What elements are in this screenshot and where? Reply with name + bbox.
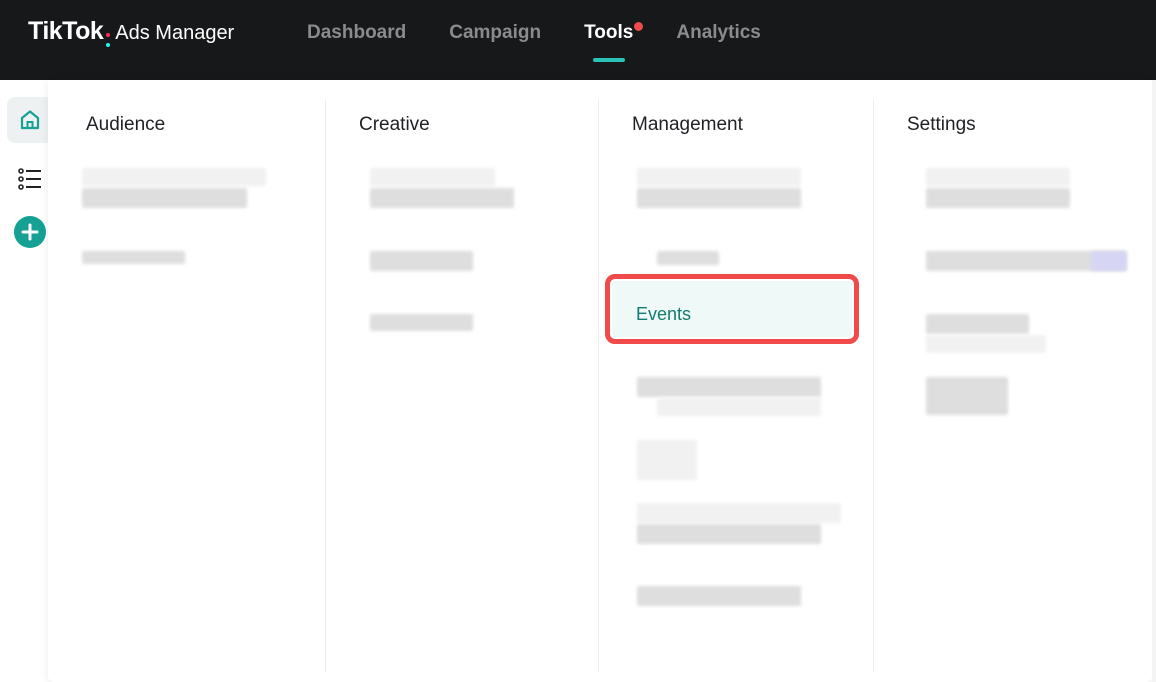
blurred-item[interactable]: [926, 188, 1070, 208]
add-icon: [14, 216, 46, 248]
menu-column-audience: Audience: [48, 100, 325, 672]
column-title: Creative: [359, 114, 430, 135]
blurred-item[interactable]: [637, 440, 697, 480]
sidebar-create-button[interactable]: [7, 209, 53, 255]
brand-name: TikTok: [28, 17, 104, 45]
menu-column-creative: Creative: [325, 100, 598, 672]
blurred-item[interactable]: [637, 586, 801, 606]
blurred-item[interactable]: [82, 188, 247, 208]
blurred-item[interactable]: [637, 188, 801, 208]
nav-campaign[interactable]: Campaign: [449, 22, 541, 62]
blurred-item[interactable]: [370, 314, 473, 331]
home-icon: [20, 110, 40, 130]
background-page-edge: [1152, 80, 1156, 682]
events-highlight-box[interactable]: Events: [605, 274, 859, 344]
column-title: Audience: [86, 114, 166, 135]
blurred-item[interactable]: [926, 377, 1008, 415]
blurred-item[interactable]: [926, 335, 1046, 353]
blurred-item[interactable]: [370, 251, 473, 271]
main-nav: Dashboard Campaign Tools Analytics: [307, 22, 804, 62]
blurred-item[interactable]: [82, 168, 266, 186]
nav-label: Campaign: [449, 22, 542, 43]
menu-column-settings: Settings: [873, 100, 1152, 672]
blurred-item: [1091, 251, 1127, 271]
column-title: Settings: [907, 114, 976, 135]
nav-analytics[interactable]: Analytics: [676, 22, 760, 62]
menu-item-events-label[interactable]: Events: [636, 304, 691, 325]
blurred-item[interactable]: [370, 168, 495, 186]
blurred-item[interactable]: [82, 251, 185, 264]
product-name: Ads Manager: [115, 22, 235, 44]
logo-colon-icon: [106, 33, 111, 47]
sidebar-list-button[interactable]: [7, 156, 53, 202]
list-icon: [18, 168, 41, 190]
top-navigation-bar: TikTok Ads Manager Dashboard Campaign To…: [0, 0, 1156, 80]
blurred-item[interactable]: [637, 168, 801, 186]
sidebar-home-button[interactable]: [7, 97, 53, 143]
column-title: Management: [632, 114, 743, 135]
menu-column-management: Management: [598, 100, 873, 672]
blurred-item[interactable]: [657, 398, 821, 416]
blurred-item[interactable]: [637, 503, 841, 523]
nav-label: Dashboard: [307, 22, 407, 43]
blurred-item[interactable]: [926, 168, 1070, 186]
tools-dropdown-menu: Audience Creative Management Settings Ev…: [48, 80, 1152, 682]
blurred-item[interactable]: [657, 251, 719, 265]
nav-dashboard[interactable]: Dashboard: [307, 22, 406, 62]
tiktok-ads-manager-logo[interactable]: TikTok Ads Manager: [28, 17, 234, 49]
blurred-item[interactable]: [637, 377, 821, 397]
nav-tools[interactable]: Tools: [584, 22, 644, 62]
menu-item-events[interactable]: Events: [612, 281, 852, 337]
nav-label: Analytics: [676, 22, 761, 43]
nav-label: Tools: [584, 22, 634, 43]
active-tab-indicator: [592, 58, 625, 62]
blurred-item[interactable]: [926, 314, 1029, 334]
blurred-item[interactable]: [370, 188, 514, 208]
notification-dot: [634, 22, 644, 31]
blurred-item[interactable]: [637, 524, 821, 544]
